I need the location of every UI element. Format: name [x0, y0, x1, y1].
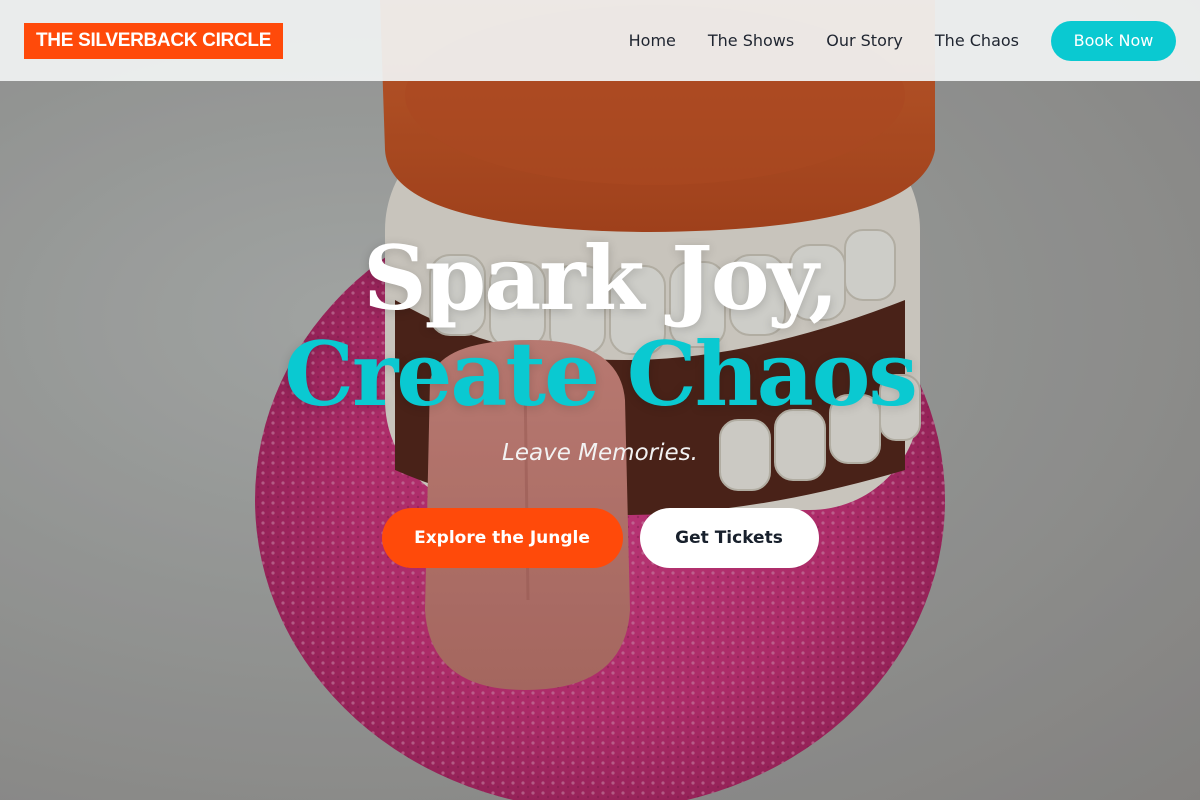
- book-now-button[interactable]: Book Now: [1051, 20, 1176, 61]
- nav-link-the-shows[interactable]: The Shows: [708, 31, 794, 50]
- top-nav-bar: THE SILVERBACK CIRCLE Home The Shows Our…: [0, 0, 1200, 81]
- nav-link-the-chaos[interactable]: The Chaos: [935, 31, 1019, 50]
- hero-cta-row: Explore the Jungle Get Tickets: [0, 508, 1200, 568]
- main-nav: Home The Shows Our Story The Chaos Book …: [629, 20, 1176, 61]
- hero-tagline: Leave Memories.: [502, 440, 698, 466]
- explore-the-jungle-button[interactable]: Explore the Jungle: [381, 508, 623, 568]
- get-tickets-button[interactable]: Get Tickets: [639, 508, 819, 568]
- hero-headline-line1: Spark Joy,: [363, 226, 839, 330]
- hero-headline-line2: Create Chaos: [284, 322, 918, 426]
- nav-link-our-story[interactable]: Our Story: [826, 31, 903, 50]
- hero-content: Spark Joy, Create Chaos Leave Memories. …: [0, 228, 1200, 568]
- brand-logo[interactable]: THE SILVERBACK CIRCLE: [24, 22, 284, 59]
- nav-link-home[interactable]: Home: [629, 31, 676, 50]
